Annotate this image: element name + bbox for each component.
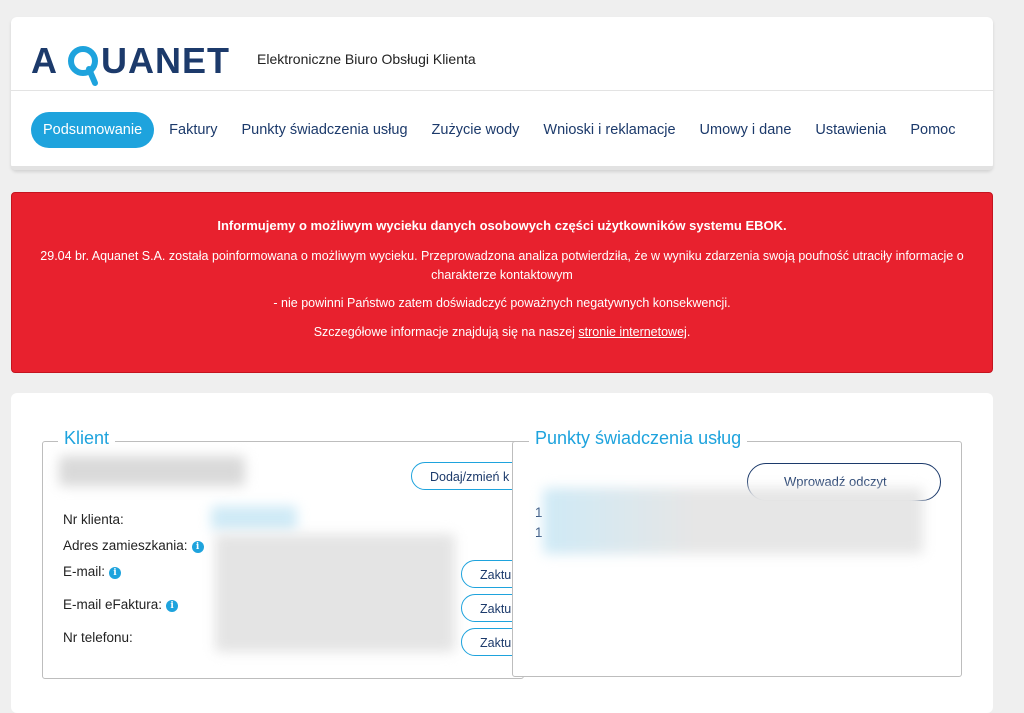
nav-item-punkty[interactable]: Punkty świadczenia usług bbox=[232, 112, 418, 148]
info-icon[interactable]: i bbox=[109, 567, 122, 579]
header-divider bbox=[11, 90, 993, 91]
client-number-redacted bbox=[211, 506, 297, 530]
nav-item-umowy[interactable]: Umowy i dane bbox=[690, 112, 802, 148]
alert-title: Informujemy o możliwym wycieku danych os… bbox=[217, 218, 787, 233]
client-section: Klient Dodaj/zmień k Nr klienta: Adres z… bbox=[42, 428, 524, 679]
info-icon[interactable]: i bbox=[166, 600, 179, 612]
nav-item-zuzycie-wody[interactable]: Zużycie wody bbox=[422, 112, 530, 148]
alert-details-prefix: Szczegółowe informacje znajdują się na n… bbox=[313, 325, 579, 339]
alert-details: Szczegółowe informacje znajdują się na n… bbox=[12, 325, 992, 339]
address-label: Adres zamieszkania: i bbox=[63, 538, 204, 553]
nav-item-pomoc[interactable]: Pomoc bbox=[900, 112, 965, 148]
efaktura-label: E-mail eFaktura: i bbox=[63, 597, 179, 612]
alert-text: 29.04 br. Aquanet S.A. została poinformo… bbox=[40, 249, 964, 282]
client-number-label: Nr klienta: bbox=[63, 512, 124, 527]
service-points-legend: Punkty świadczenia usług bbox=[529, 428, 748, 449]
phone-label: Nr telefonu: bbox=[63, 630, 133, 645]
header-card: A UANET Elektroniczne Biuro Obsługi Klie… bbox=[11, 17, 993, 170]
service-point-row-1[interactable]: 1 bbox=[535, 505, 543, 520]
nav-item-podsumowanie[interactable]: Podsumowanie bbox=[31, 112, 155, 148]
svg-text:A: A bbox=[31, 40, 58, 81]
info-icon[interactable]: i bbox=[191, 541, 204, 553]
address-label-text: Adres zamieszkania: bbox=[63, 538, 188, 553]
add-change-client-button[interactable]: Dodaj/zmień k bbox=[411, 462, 521, 490]
svg-text:UANET: UANET bbox=[101, 40, 230, 81]
alert-consequences: - nie powinni Państwo zatem doświadczyć … bbox=[273, 296, 731, 310]
nav-item-ustawienia[interactable]: Ustawienia bbox=[805, 112, 896, 148]
email-label: E-mail: i bbox=[63, 564, 122, 579]
site-subtitle: Elektroniczne Biuro Obsługi Klienta bbox=[257, 51, 476, 67]
add-change-button-clip: Dodaj/zmień k bbox=[411, 462, 521, 494]
nav-item-wnioski[interactable]: Wnioski i reklamacje bbox=[533, 112, 685, 148]
service-points-redacted bbox=[543, 488, 923, 554]
alert-details-suffix: . bbox=[686, 325, 691, 339]
data-leak-alert: Informujemy o możliwym wycieku danych os… bbox=[11, 192, 993, 373]
service-point-row-2[interactable]: 1 bbox=[535, 525, 543, 540]
efaktura-label-text: E-mail eFaktura: bbox=[63, 597, 163, 612]
email-label-text: E-mail: bbox=[63, 564, 106, 579]
nav-item-faktury[interactable]: Faktury bbox=[159, 112, 227, 148]
client-details-redacted bbox=[215, 534, 455, 652]
client-name-redacted bbox=[59, 456, 245, 486]
summary-card: Klient Dodaj/zmień k Nr klienta: Adres z… bbox=[11, 393, 993, 713]
main-nav: Podsumowanie Faktury Punkty świadczenia … bbox=[31, 112, 969, 148]
client-legend: Klient bbox=[58, 428, 116, 449]
service-points-section: Punkty świadczenia usług Wprowadź odczyt… bbox=[512, 428, 962, 677]
aquanet-logo[interactable]: A UANET bbox=[31, 39, 251, 87]
website-link[interactable]: stronie internetowej bbox=[578, 325, 686, 339]
header-bottom-border bbox=[11, 166, 993, 170]
